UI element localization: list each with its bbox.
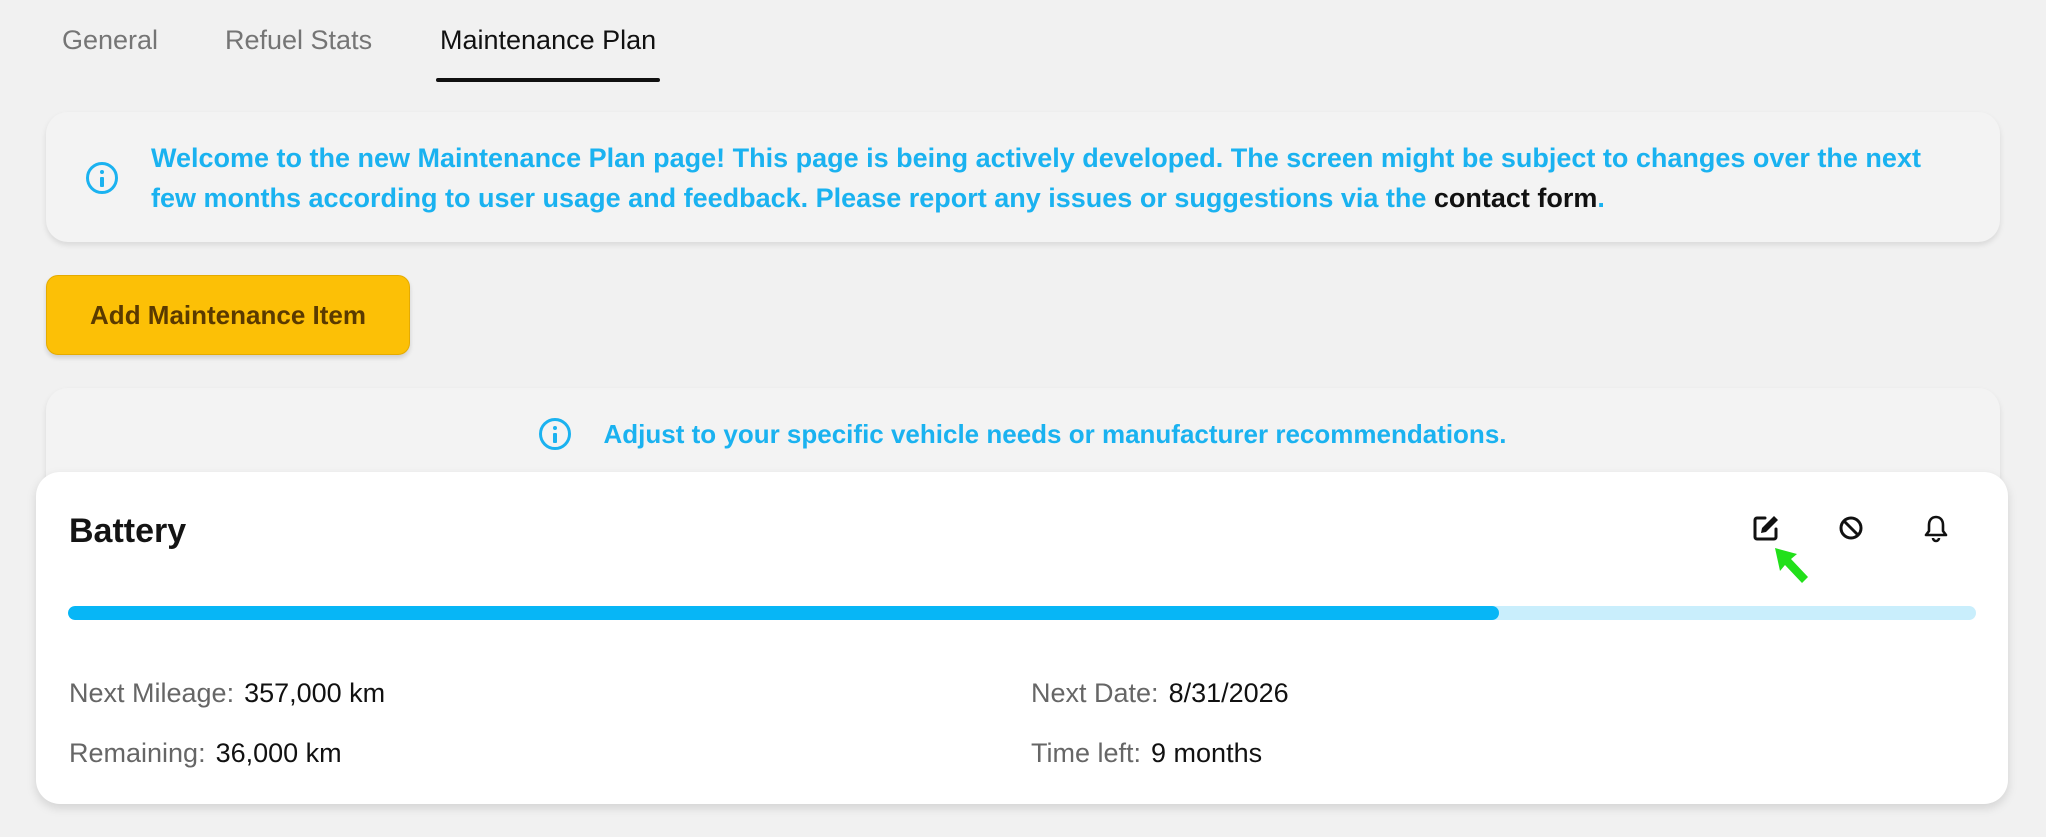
time-left-value: 9 months — [1151, 738, 1263, 768]
reminder-button[interactable] — [1916, 508, 1956, 548]
next-mileage-value: 357,000 km — [244, 678, 386, 708]
tab-refuel-stats[interactable]: Refuel Stats — [225, 0, 440, 82]
banner-suffix: . — [1597, 183, 1605, 213]
bell-icon — [1924, 515, 1948, 543]
maintenance-item-card: Battery Next Mileage: 357,000 km Remaini… — [36, 472, 2008, 804]
info-icon — [539, 418, 572, 450]
next-date-label: Next Date: — [1031, 678, 1159, 708]
time-left-label: Time left: — [1031, 738, 1142, 768]
edit-button[interactable] — [1746, 508, 1786, 548]
remaining-label: Remaining: — [69, 738, 206, 768]
tab-general[interactable]: General — [62, 0, 225, 82]
item-title: Battery — [69, 512, 187, 550]
edit-icon — [1753, 516, 1778, 541]
tab-bar: General Refuel Stats Maintenance Plan — [62, 0, 661, 82]
next-mileage-field: Next Mileage: 357,000 km — [69, 678, 385, 709]
info-icon — [86, 162, 118, 194]
remaining-value: 36,000 km — [215, 738, 342, 768]
next-date-field: Next Date: 8/31/2026 — [1031, 678, 1289, 709]
block-icon — [1839, 516, 1863, 540]
remaining-field: Remaining: 36,000 km — [69, 738, 342, 769]
disable-button[interactable] — [1831, 508, 1871, 548]
banner-text: Welcome to the new Maintenance Plan page… — [151, 143, 1921, 213]
welcome-banner: Welcome to the new Maintenance Plan page… — [46, 112, 2000, 242]
next-mileage-label: Next Mileage: — [69, 678, 235, 708]
hint-text: Adjust to your specific vehicle needs or… — [603, 418, 1507, 449]
contact-form-link[interactable]: contact form — [1434, 183, 1598, 213]
progress-fill — [68, 606, 1499, 620]
tab-maintenance-plan[interactable]: Maintenance Plan — [435, 0, 661, 82]
add-maintenance-item-button[interactable]: Add Maintenance Item — [46, 275, 410, 355]
next-date-value: 8/31/2026 — [1168, 678, 1289, 708]
progress-bar — [68, 606, 1976, 620]
banner-message: Welcome to the new Maintenance Plan page… — [151, 138, 1971, 218]
cursor-arrow-icon — [1775, 548, 1808, 583]
time-left-field: Time left: 9 months — [1031, 738, 1262, 769]
